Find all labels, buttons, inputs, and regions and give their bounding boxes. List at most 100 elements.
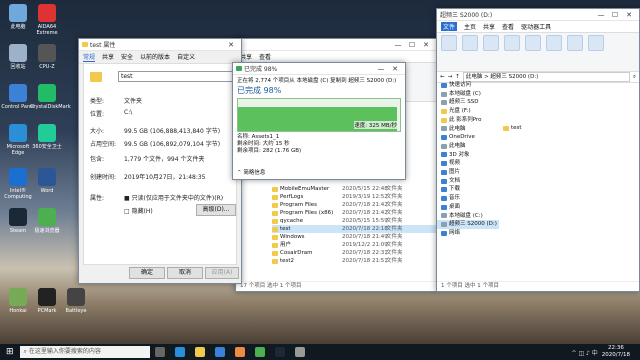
nav-item[interactable]: 本地磁盘 (C) [437, 90, 499, 99]
nav-item[interactable]: 桌面 [437, 203, 499, 212]
tray-icons[interactable]: ^ ◫ ♪ 中 [572, 348, 598, 357]
folder-name-input[interactable]: test [118, 71, 234, 82]
properties-dialog[interactable]: test 属性 ✕ 常规 共享 安全 以前的版本 自定义 test 类型: 文件… [78, 38, 242, 284]
nav-item[interactable]: 音乐 [437, 194, 499, 203]
app-icon[interactable] [234, 347, 245, 357]
nav-item[interactable]: 图片 [437, 168, 499, 177]
desktop-icon-360[interactable]: 360安全卫士 [30, 124, 64, 150]
table-row[interactable]: qycache 2020/5/15 15:59 文件夹 [272, 217, 436, 225]
nav-item[interactable]: 本地磁盘 (C:) [437, 212, 499, 221]
tab-sharing[interactable]: 共享 [102, 52, 114, 62]
table-row[interactable]: Program Files 2020/7/18 21:42 文件夹 [272, 201, 436, 209]
copy-details: 名称: Assets1_1 剩余时间: 大约 15 秒 剩余项目: 282 (1… [233, 134, 405, 155]
cancel-button[interactable]: 取消 [167, 267, 203, 279]
nav-item[interactable]: 文档 [437, 177, 499, 186]
nav-item[interactable]: 3D 对象 [437, 151, 499, 160]
folder-icon [441, 117, 447, 123]
nav-item-selected[interactable]: 超频三 S2000 (D:) [437, 220, 499, 229]
close-icon[interactable]: ✕ [388, 65, 402, 73]
desktop-icon-word[interactable]: Word [30, 168, 64, 194]
desktop-icon-aida64[interactable]: AIDA64 Extreme [30, 4, 64, 36]
minimize-icon[interactable]: — [391, 41, 405, 49]
nav-item[interactable]: 光盘 (F:) [437, 107, 499, 116]
minimize-icon[interactable]: — [374, 65, 388, 73]
table-row[interactable]: Program Files (x86) 2020/7/18 21:42 文件夹 [272, 209, 436, 217]
app-icon[interactable] [254, 347, 265, 357]
nav-item[interactable]: 此电脑 [437, 142, 499, 151]
file-explorer-icon[interactable] [194, 347, 205, 357]
tab-share[interactable]: 共享 [483, 22, 495, 31]
search-icon[interactable]: ⌕ [633, 74, 636, 81]
advanced-button[interactable]: 高级(D)... [196, 204, 236, 216]
folder-icon [82, 42, 88, 47]
battleye-icon [67, 288, 85, 306]
desktop-icon-browser[interactable]: 极速浏览器 [30, 208, 64, 234]
readonly-checkbox[interactable]: ■ 只读(仅应用于文件夹中的文件)(R) [124, 193, 223, 202]
tab-general[interactable]: 常规 [83, 52, 96, 62]
tab-file[interactable]: 文件 [441, 22, 458, 31]
tab-previous-versions[interactable]: 以前的版本 [140, 52, 170, 62]
file-item[interactable]: test [503, 125, 522, 131]
pcmark-icon [38, 288, 56, 306]
clock[interactable]: 22:36 2020/7/18 [602, 345, 630, 359]
edge-icon[interactable] [174, 347, 185, 357]
table-row[interactable]: Windows 2020/7/18 21:49 文件夹 [272, 233, 436, 241]
tab-security[interactable]: 安全 [121, 52, 133, 62]
nav-item[interactable]: 下载 [437, 185, 499, 194]
apply-button[interactable]: 应用(A) [205, 267, 239, 279]
explorer-d-title: 超频三 S2000 (D:) [440, 12, 493, 19]
copy-progress-dialog[interactable]: 已完成 98% — ✕ 正在将 2,774 个项目从 本地磁盘 (C) 复制到 超… [232, 62, 406, 180]
store-icon[interactable] [214, 347, 225, 357]
nav-item[interactable]: 视频 [437, 159, 499, 168]
copy-titlebar[interactable]: 已完成 98% — ✕ [233, 63, 405, 75]
table-row[interactable]: MobileEmuMaster 2020/5/15 22:48 文件夹 [272, 185, 436, 193]
maximize-icon[interactable]: ☐ [608, 11, 622, 19]
picture-icon [441, 169, 447, 175]
drive-icon [441, 222, 447, 228]
table-row[interactable]: CosairDram 2020/7/18 22:31 文件夹 [272, 249, 436, 257]
desktop-icon-cpuz[interactable]: CPU-Z [30, 44, 64, 70]
task-view-icon[interactable] [154, 347, 165, 357]
back-icon[interactable]: ← [440, 74, 445, 80]
nav-item[interactable]: OneDrive [437, 133, 499, 142]
app-icon[interactable] [294, 347, 305, 357]
desktop-icon-crystaldiskmark[interactable]: CrystalDiskMark [30, 84, 71, 110]
forward-icon[interactable]: → [448, 74, 453, 80]
tab-customize[interactable]: 自定义 [177, 52, 195, 62]
steam-icon[interactable] [274, 347, 285, 357]
windows-start-icon[interactable]: ⊞ [6, 347, 14, 357]
tab-drive-tools[interactable]: 驱动器工具 [521, 22, 551, 31]
maximize-icon[interactable]: ☐ [405, 41, 419, 49]
close-icon[interactable]: ✕ [224, 41, 238, 49]
tab-view[interactable]: 查看 [502, 22, 514, 31]
hidden-checkbox[interactable]: □ 隐藏(H) [124, 206, 153, 215]
close-icon[interactable]: ✕ [419, 41, 433, 49]
computer-icon [441, 143, 447, 149]
explorer-window-d[interactable]: 超频三 S2000 (D:) — ☐ ✕ 文件 主页 共享 查看 驱动器工具 ← → ↑… [436, 8, 640, 292]
nav-item[interactable]: 快速访问 [437, 81, 499, 90]
ok-button[interactable]: 确定 [129, 267, 165, 279]
desktop-icon-battleye[interactable]: Battleye [59, 288, 93, 314]
fewer-details-toggle[interactable]: ⌃ 简略信息 [237, 168, 265, 176]
table-row-selected[interactable]: test 2020/7/18 22:18 文件夹 [272, 225, 436, 233]
nav-item[interactable]: 超频三 SSD [437, 98, 499, 107]
nav-item[interactable]: 此 影系列Pro [437, 116, 499, 125]
folder-icon [272, 242, 278, 248]
nav-item[interactable]: 网络 [437, 229, 499, 238]
aida64-icon [38, 4, 56, 22]
up-icon[interactable]: ↑ [455, 74, 460, 80]
taskbar-search-input[interactable]: ⌕ 在这里输入你要搜索的内容 [19, 346, 150, 358]
nav-item[interactable]: 此电脑 [437, 125, 499, 134]
document-icon [441, 178, 447, 184]
minimize-icon[interactable]: — [594, 11, 608, 19]
explorer-d-titlebar[interactable]: 超频三 S2000 (D:) — ☐ ✕ [437, 9, 639, 21]
table-row[interactable]: test2 2020/7/18 21:51 文件夹 [272, 257, 436, 265]
table-row[interactable]: 用户 2019/12/2 21:09 文件夹 [272, 241, 436, 249]
properties-titlebar[interactable]: test 属性 ✕ [79, 39, 241, 51]
tab-view[interactable]: 查看 [259, 52, 271, 61]
close-icon[interactable]: ✕ [622, 11, 636, 19]
explorer-c-titlebar[interactable]: — ☐ ✕ [236, 39, 436, 51]
tab-home[interactable]: 主页 [464, 22, 476, 31]
copy-description: 正在将 2,774 个项目从 本地磁盘 (C) 复制到 超频三 S2000 (D… [237, 78, 397, 84]
table-row[interactable]: PerfLogs 2019/3/19 12:52 文件夹 [272, 193, 436, 201]
